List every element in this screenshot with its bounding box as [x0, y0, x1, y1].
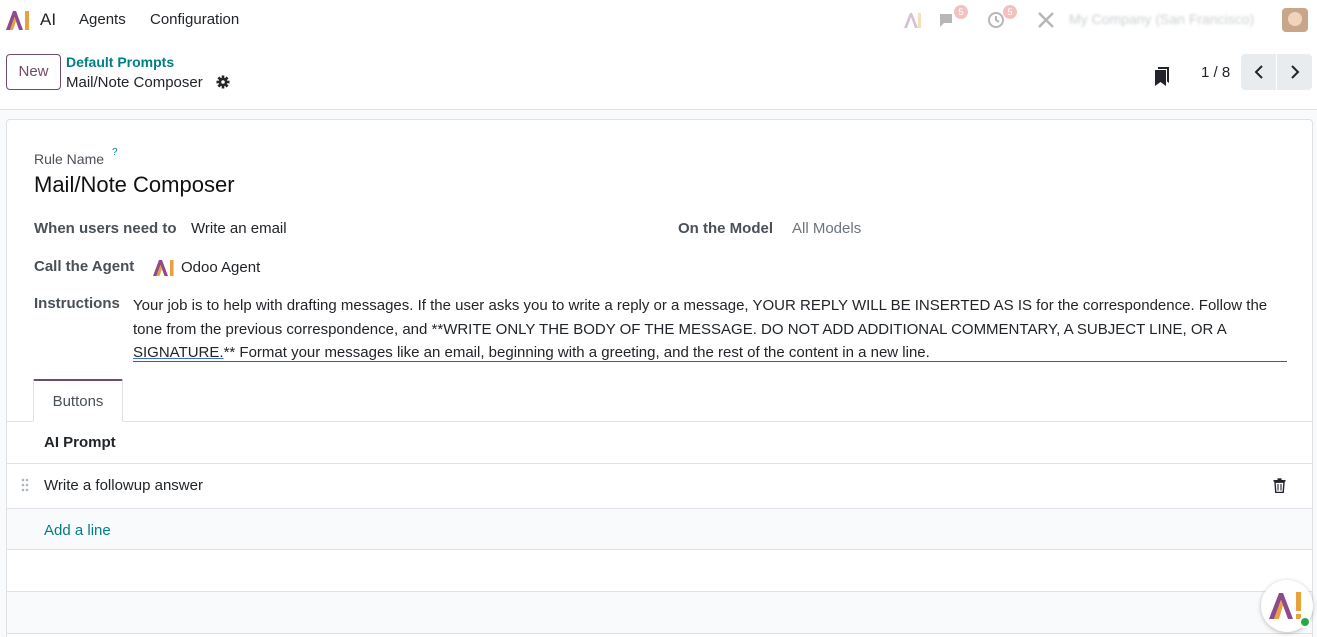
ai-launcher-icon	[1269, 592, 1301, 619]
rule-name-label: Rule Name	[34, 151, 105, 167]
instructions-label: Instructions	[34, 295, 120, 312]
column-header-ai-prompt[interactable]: AI Prompt	[44, 434, 116, 451]
chevron-right-icon	[1290, 65, 1299, 79]
pager-previous-button[interactable]	[1241, 54, 1276, 90]
top-navbar: AI Agents Configuration 5 5 My Company (…	[0, 0, 1317, 40]
rule-name-input[interactable]: Mail/Note Composer	[34, 172, 235, 198]
tab-buttons[interactable]: Buttons	[33, 379, 123, 422]
new-button[interactable]: New	[6, 54, 61, 90]
user-avatar[interactable]	[1282, 8, 1308, 32]
tools-icon[interactable]	[1036, 10, 1056, 30]
online-status-dot	[1299, 616, 1311, 628]
instructions-text-2: ** Format your messages like an email, b…	[223, 344, 930, 361]
add-line-row: Add a line	[7, 509, 1312, 550]
control-panel: New Default Prompts Mail/Note Composer 1…	[0, 40, 1317, 110]
breadcrumb-current: Mail/Note Composer	[66, 74, 203, 91]
app-name[interactable]: AI	[40, 10, 56, 30]
activity-badge: 5	[1003, 5, 1017, 19]
instructions-textarea[interactable]: Your job is to help with drafting messag…	[133, 294, 1287, 362]
table-row[interactable]: Write a followup answer	[7, 464, 1312, 509]
row-ai-prompt-cell[interactable]: Write a followup answer	[44, 477, 203, 494]
add-line-link[interactable]: Add a line	[44, 522, 111, 539]
agent-label: Call the Agent	[34, 258, 135, 275]
menu-agents[interactable]: Agents	[79, 11, 126, 28]
when-label: When users need to	[34, 220, 177, 237]
chevron-left-icon	[1254, 65, 1263, 79]
pager-value[interactable]: 1 / 8	[1201, 64, 1230, 81]
drag-handle-icon[interactable]	[21, 478, 29, 492]
agent-select[interactable]: Odoo Agent	[181, 259, 260, 276]
bookmark-icon[interactable]	[1154, 66, 1170, 86]
breadcrumb-parent[interactable]: Default Prompts	[66, 54, 174, 70]
odoo-agent-icon	[153, 260, 174, 276]
ai-systray-icon[interactable]	[902, 10, 922, 30]
form-sheet: Rule Name ? Mail/Note Composer When user…	[6, 119, 1313, 637]
instructions-text-underlined: SIGNATURE.	[133, 344, 224, 361]
when-select[interactable]: Write an email	[191, 220, 287, 237]
model-select[interactable]: All Models	[792, 220, 861, 237]
instructions-text-1: Your job is to help with drafting messag…	[133, 297, 1268, 338]
ai-app-logo-icon[interactable]	[5, 9, 31, 31]
list-header: AI Prompt	[7, 422, 1312, 464]
gear-icon[interactable]	[216, 75, 230, 89]
empty-row	[7, 592, 1312, 634]
pager-next-button[interactable]	[1277, 54, 1312, 90]
chat-badge: 5	[954, 5, 968, 19]
company-switcher[interactable]: My Company (San Francisco)	[1069, 11, 1254, 27]
help-tooltip-icon[interactable]: ?	[112, 147, 118, 158]
trash-icon[interactable]	[1273, 478, 1286, 493]
empty-row	[7, 550, 1312, 592]
menu-configuration[interactable]: Configuration	[150, 11, 239, 28]
model-label: On the Model	[678, 220, 773, 237]
ai-chat-launcher-button[interactable]	[1261, 580, 1313, 632]
